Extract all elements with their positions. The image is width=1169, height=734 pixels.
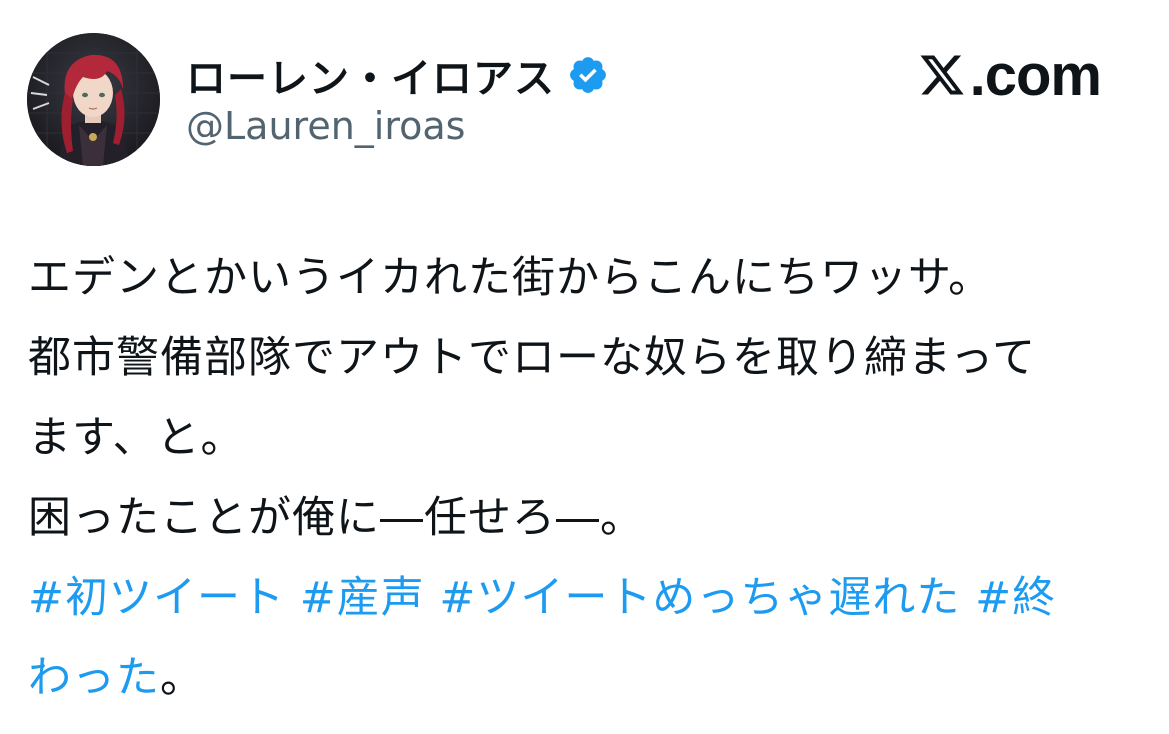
hashtag-link[interactable]: わった	[28, 653, 160, 703]
tweet-line: ます、と。	[28, 413, 245, 463]
brand-domain-text: .com	[969, 42, 1102, 108]
tweet-text-tail: 。	[160, 653, 204, 703]
verified-badge-icon	[567, 54, 609, 96]
hashtag-link[interactable]: #産声	[300, 573, 425, 623]
author-display-name[interactable]: ローレン・イロアス	[186, 46, 555, 104]
tweet-text: エデンとかいうイカれた街からこんにちワッサ。 都市警備部隊でアウトでローな奴らを…	[28, 238, 1138, 718]
avatar-illustration	[27, 33, 160, 166]
hashtag-line: #初ツイート #産声 #ツイートめっちゃ遅れた #終	[28, 558, 1138, 638]
hashtag-line: わった。	[28, 638, 1138, 718]
tweet-line: 困ったことが俺に―任せろ―。	[28, 493, 644, 543]
tweet-line: エデンとかいうイカれた街からこんにちワッサ。	[28, 253, 993, 303]
hashtag-link[interactable]: #初ツイート	[28, 573, 285, 623]
author-handle[interactable]: @Lauren_iroas	[186, 104, 465, 148]
profile-avatar[interactable]	[27, 33, 160, 166]
x-logo-icon	[920, 55, 964, 95]
tweet-line: 都市警備部隊でアウトでローな奴らを取り締まって	[28, 333, 1037, 383]
hashtag-link[interactable]: #終	[975, 573, 1056, 623]
author-name-row[interactable]: ローレン・イロアス	[186, 48, 609, 102]
x-brand-logo: .com	[918, 42, 1102, 108]
hashtag-link[interactable]: #ツイートめっちゃ遅れた	[439, 573, 960, 623]
